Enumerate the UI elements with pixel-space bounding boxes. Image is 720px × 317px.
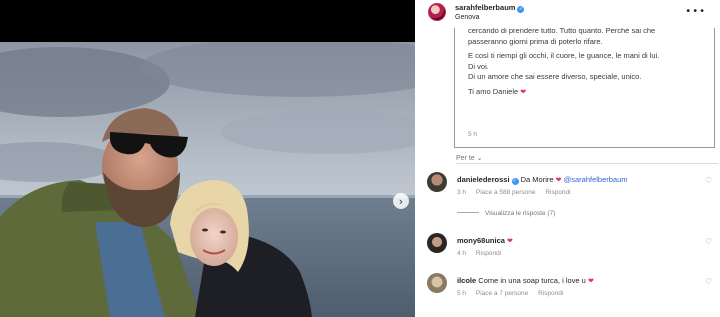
reply-button[interactable]: Rispondi bbox=[538, 290, 563, 297]
mention-link[interactable]: @sarahfelberbaum bbox=[564, 175, 628, 184]
comment-text: danielederossi ✓ Da Morire ❤ @sarahfelber… bbox=[457, 175, 628, 185]
photo-letterbox bbox=[0, 0, 415, 42]
like-heart-icon[interactable]: ♡ bbox=[705, 176, 712, 185]
verified-badge-icon: ✓ bbox=[517, 6, 525, 13]
commenter-username[interactable]: mony68unica bbox=[457, 236, 505, 245]
heart-icon: ❤ bbox=[555, 176, 562, 184]
caption-line: E così ti riempi gli occhi, il cuore, le… bbox=[468, 51, 660, 61]
next-photo-button[interactable]: › bbox=[393, 193, 409, 209]
divider bbox=[456, 163, 718, 164]
caption-box: cercando di prendere tutto. Tutto quanto… bbox=[454, 28, 715, 148]
post-header: sarahfelberbaum ✓ Genova ••• bbox=[415, 0, 720, 28]
post-photo: › bbox=[0, 0, 415, 317]
commenter-avatar[interactable] bbox=[427, 273, 447, 293]
caption-paragraph: Ti amo Daniele ❤ bbox=[468, 87, 708, 98]
reply-divider-line bbox=[457, 212, 479, 213]
comment-time: 5 h bbox=[457, 290, 467, 297]
heart-icon: ❤ bbox=[520, 87, 527, 96]
caption-line: passeranno giorni prima di poterlo rifar… bbox=[468, 36, 603, 46]
caption-paragraph: cercando di prendere tutto. Tutto quanto… bbox=[468, 28, 708, 47]
reply-button[interactable]: Rispondi bbox=[476, 250, 501, 257]
verified-badge-icon: ✓ bbox=[511, 178, 519, 185]
for-you-link[interactable]: Per te ⌄ bbox=[456, 154, 483, 162]
comment-meta: 3 h Piace a 588 persone Rispondi bbox=[457, 189, 579, 196]
chevron-right-icon: › bbox=[398, 194, 404, 208]
chevron-down-icon: ⌄ bbox=[476, 155, 483, 162]
caption-timestamp: 5 h bbox=[468, 131, 478, 138]
reply-button[interactable]: Rispondi bbox=[545, 189, 570, 196]
commenter-avatar[interactable] bbox=[427, 172, 447, 192]
caption-line: Di un amore che sai essere diverso, spec… bbox=[468, 72, 642, 82]
comment-text: ilcole Come in una soap turca, i love u … bbox=[457, 276, 594, 285]
view-replies-button[interactable]: Visualizza le risposte (7) bbox=[457, 210, 555, 217]
selfie-image bbox=[0, 42, 415, 317]
comment-time: 3 h bbox=[457, 189, 467, 196]
post-location[interactable]: Genova bbox=[455, 14, 480, 21]
comment-text: mony68unica ❤ bbox=[457, 236, 513, 245]
heart-icon: ❤ bbox=[587, 277, 594, 285]
author-avatar[interactable] bbox=[428, 3, 446, 21]
heart-icon: ❤ bbox=[507, 237, 513, 245]
like-heart-icon[interactable]: ♡ bbox=[705, 277, 712, 286]
comment-meta: 4 h Rispondi bbox=[457, 250, 509, 257]
caption-paragraph: E così ti riempi gli occhi, il cuore, le… bbox=[468, 51, 708, 83]
post-caption: cercando di prendere tutto. Tutto quanto… bbox=[468, 28, 708, 102]
author-username[interactable]: sarahfelberbaum ✓ bbox=[455, 3, 525, 13]
comment-time: 4 h bbox=[457, 250, 467, 257]
commenter-username[interactable]: ilcole bbox=[457, 276, 476, 285]
commenter-username[interactable]: danielederossi bbox=[457, 175, 510, 184]
caption-line: Di voi. bbox=[468, 61, 489, 71]
comment-likes[interactable]: Piace a 588 persone bbox=[476, 189, 536, 196]
post-detail-panel: sarahfelberbaum ✓ Genova ••• cercando di … bbox=[415, 0, 720, 317]
like-heart-icon[interactable]: ♡ bbox=[705, 237, 712, 246]
more-options-icon[interactable]: ••• bbox=[685, 6, 706, 17]
caption-line: cercando di prendere tutto. Tutto quanto… bbox=[468, 28, 656, 35]
comment-likes[interactable]: Piace a 7 persone bbox=[476, 290, 528, 297]
comment-meta: 5 h Piace a 7 persone Rispondi bbox=[457, 290, 571, 297]
commenter-avatar[interactable] bbox=[427, 233, 447, 253]
caption-line: Ti amo Daniele ❤ bbox=[468, 86, 527, 96]
